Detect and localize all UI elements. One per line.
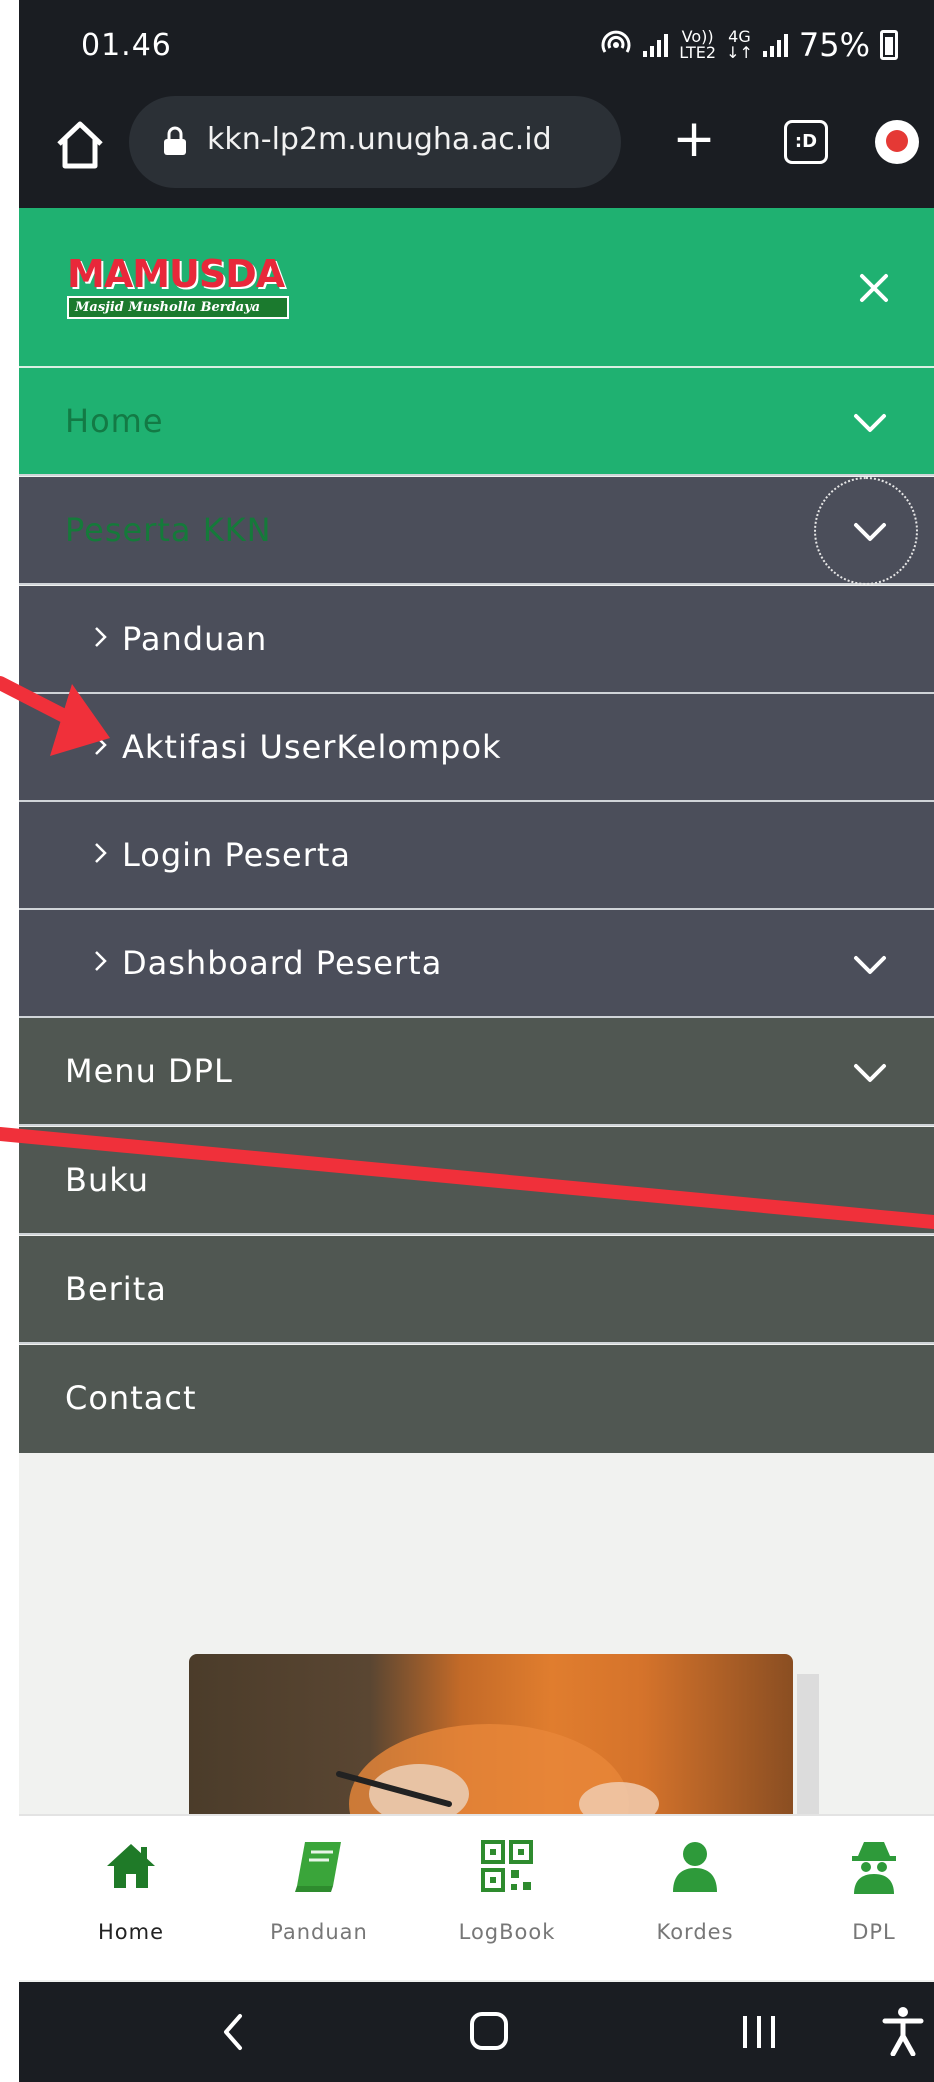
menu-item-label: Berita (65, 1270, 167, 1308)
chevron-right-icon (95, 735, 107, 755)
battery-icon (880, 30, 898, 60)
nav-logbook[interactable]: LogBook (432, 1816, 582, 1982)
menu-item-buku[interactable]: Buku (19, 1127, 934, 1235)
lock-icon (164, 126, 186, 155)
menu-item-label: Contact (65, 1379, 197, 1417)
menu-item-label: Menu DPL (65, 1052, 233, 1090)
nav-home[interactable]: Home (56, 1816, 206, 1982)
chevron-down-icon[interactable] (850, 945, 890, 985)
menu-item-menu-dpl[interactable]: Menu DPL (19, 1018, 934, 1126)
menu-item-home[interactable]: Home (19, 368, 934, 476)
back-icon[interactable] (214, 2010, 254, 2054)
hotspot-icon (601, 30, 631, 53)
book-icon (295, 1842, 341, 1892)
hero-image (189, 1654, 793, 1814)
status-time: 01.46 (81, 28, 172, 63)
card-shadow (797, 1674, 819, 1814)
person-icon (673, 1842, 717, 1892)
chevron-right-icon (95, 843, 107, 863)
menu-item-label: Aktifasi UserKelompok (122, 728, 502, 766)
menu-item-berita[interactable]: Berita (19, 1236, 934, 1344)
network-type: Vo)) LTE2 (679, 27, 717, 62)
phone-screen: 01.46 Vo)) LTE2 4G ↓↑ 75% kkn-lp2m.unugha.… (19, 0, 934, 2082)
site-logo[interactable]: MAMUSDA Masjid Musholla Berdaya (67, 254, 297, 334)
accessibility-icon[interactable] (881, 2006, 925, 2056)
submenu-item-login-peserta[interactable]: Login Peserta (19, 802, 934, 910)
menu-item-label: Home (65, 402, 164, 440)
chevron-down-icon[interactable] (850, 1053, 890, 1093)
chevron-down-icon[interactable] (850, 512, 890, 552)
url-bar[interactable]: kkn-lp2m.unugha.ac.id (129, 96, 621, 188)
menu-header: MAMUSDA Masjid Musholla Berdaya (19, 208, 934, 368)
nav-kordes[interactable]: Kordes (620, 1816, 770, 1982)
upload-icon[interactable] (875, 120, 919, 164)
nav-label: DPL (852, 1920, 896, 1944)
home-icon[interactable] (51, 116, 109, 174)
signal-icon (762, 34, 788, 57)
battery-percent: 75% (798, 26, 870, 64)
menu-item-label: Buku (65, 1161, 150, 1199)
menu-item-label: Peserta KKN (65, 511, 272, 549)
submenu-item-aktifasi-userkelompok[interactable]: Aktifasi UserKelompok (19, 694, 934, 802)
home-button[interactable] (470, 2012, 508, 2050)
nav-label: Home (97, 1920, 164, 1944)
home-icon (107, 1844, 155, 1888)
recent-apps-icon[interactable] (739, 2014, 779, 2050)
status-indicators: Vo)) LTE2 4G ↓↑ 75% (599, 26, 898, 64)
chevron-right-icon (95, 627, 107, 647)
close-icon[interactable] (854, 268, 894, 308)
nav-panduan[interactable]: Panduan (244, 1816, 394, 1982)
logo-subtitle: Masjid Musholla Berdaya (67, 296, 289, 319)
logo-title: MAMUSDA (67, 252, 285, 296)
nav-label: Kordes (656, 1920, 734, 1944)
status-bar: 01.46 Vo)) LTE2 4G ↓↑ 75% (19, 0, 934, 96)
nav-label: LogBook (458, 1920, 556, 1944)
menu-item-label: Dashboard Peserta (122, 944, 443, 982)
bottom-nav: Home Panduan LogBook Kordes DPL (19, 1814, 934, 1980)
menu-item-peserta-kkn[interactable]: Peserta KKN (19, 477, 934, 585)
hero-image-illustration (336, 1724, 659, 1814)
menu-item-contact[interactable]: Contact (19, 1345, 934, 1453)
chevron-right-icon (95, 951, 107, 971)
system-nav-bar (19, 1982, 934, 2082)
data-type: 4G ↓↑ (726, 27, 753, 62)
submenu-item-panduan[interactable]: Panduan (19, 586, 934, 694)
tabs-icon[interactable]: :D (784, 120, 828, 164)
qr-code-icon (481, 1840, 533, 1892)
menu-item-label: Panduan (122, 620, 268, 658)
spy-icon (852, 1842, 896, 1894)
browser-toolbar: kkn-lp2m.unugha.ac.id + :D (19, 96, 934, 208)
menu-item-label: Login Peserta (122, 836, 352, 874)
nav-dpl[interactable]: DPL (799, 1816, 934, 1982)
url-text: kkn-lp2m.unugha.ac.id (207, 122, 552, 157)
plus-icon[interactable]: + (669, 113, 719, 166)
submenu-item-dashboard-peserta[interactable]: Dashboard Peserta (19, 910, 934, 1018)
nav-label: Panduan (270, 1920, 368, 1944)
chevron-down-icon[interactable] (850, 403, 890, 443)
signal-icon (643, 34, 669, 57)
